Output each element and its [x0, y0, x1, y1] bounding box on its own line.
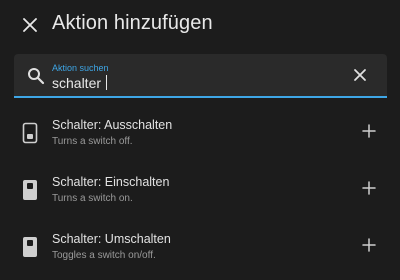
search-label: Aktion suchen [52, 63, 109, 73]
switch-off-icon [22, 122, 38, 144]
list-item-switch-toggle[interactable]: Schalter: Umschalten Toggles a switch on… [0, 218, 400, 275]
dialog-header: Aktion hinzufügen [0, 0, 400, 50]
switch-on-icon [23, 180, 37, 200]
add-action-dialog: Aktion hinzufügen Aktion suchen Schalter… [0, 0, 400, 280]
clear-icon[interactable] [353, 68, 367, 82]
close-icon [23, 18, 37, 32]
text-caret [106, 75, 107, 90]
action-description: Turns a switch off. [52, 136, 133, 147]
add-icon[interactable] [362, 181, 376, 195]
search-icon [28, 68, 45, 85]
switch-toggle-icon [23, 237, 37, 257]
add-icon[interactable] [362, 124, 376, 138]
action-title: Schalter: Ausschalten [52, 118, 173, 132]
close-button[interactable] [18, 13, 42, 37]
action-description: Toggles a switch on/off. [52, 250, 156, 261]
search-input[interactable] [52, 74, 332, 92]
search-field[interactable]: Aktion suchen [14, 54, 387, 98]
list-item-switch-off[interactable]: Schalter: Ausschalten Turns a switch off… [0, 104, 400, 161]
add-icon[interactable] [362, 238, 376, 252]
action-description: Turns a switch on. [52, 193, 133, 204]
dialog-title: Aktion hinzufügen [52, 12, 213, 34]
list-item-switch-on[interactable]: Schalter: Einschalten Turns a switch on. [0, 161, 400, 218]
action-title: Schalter: Einschalten [52, 175, 170, 189]
action-title: Schalter: Umschalten [52, 232, 171, 246]
